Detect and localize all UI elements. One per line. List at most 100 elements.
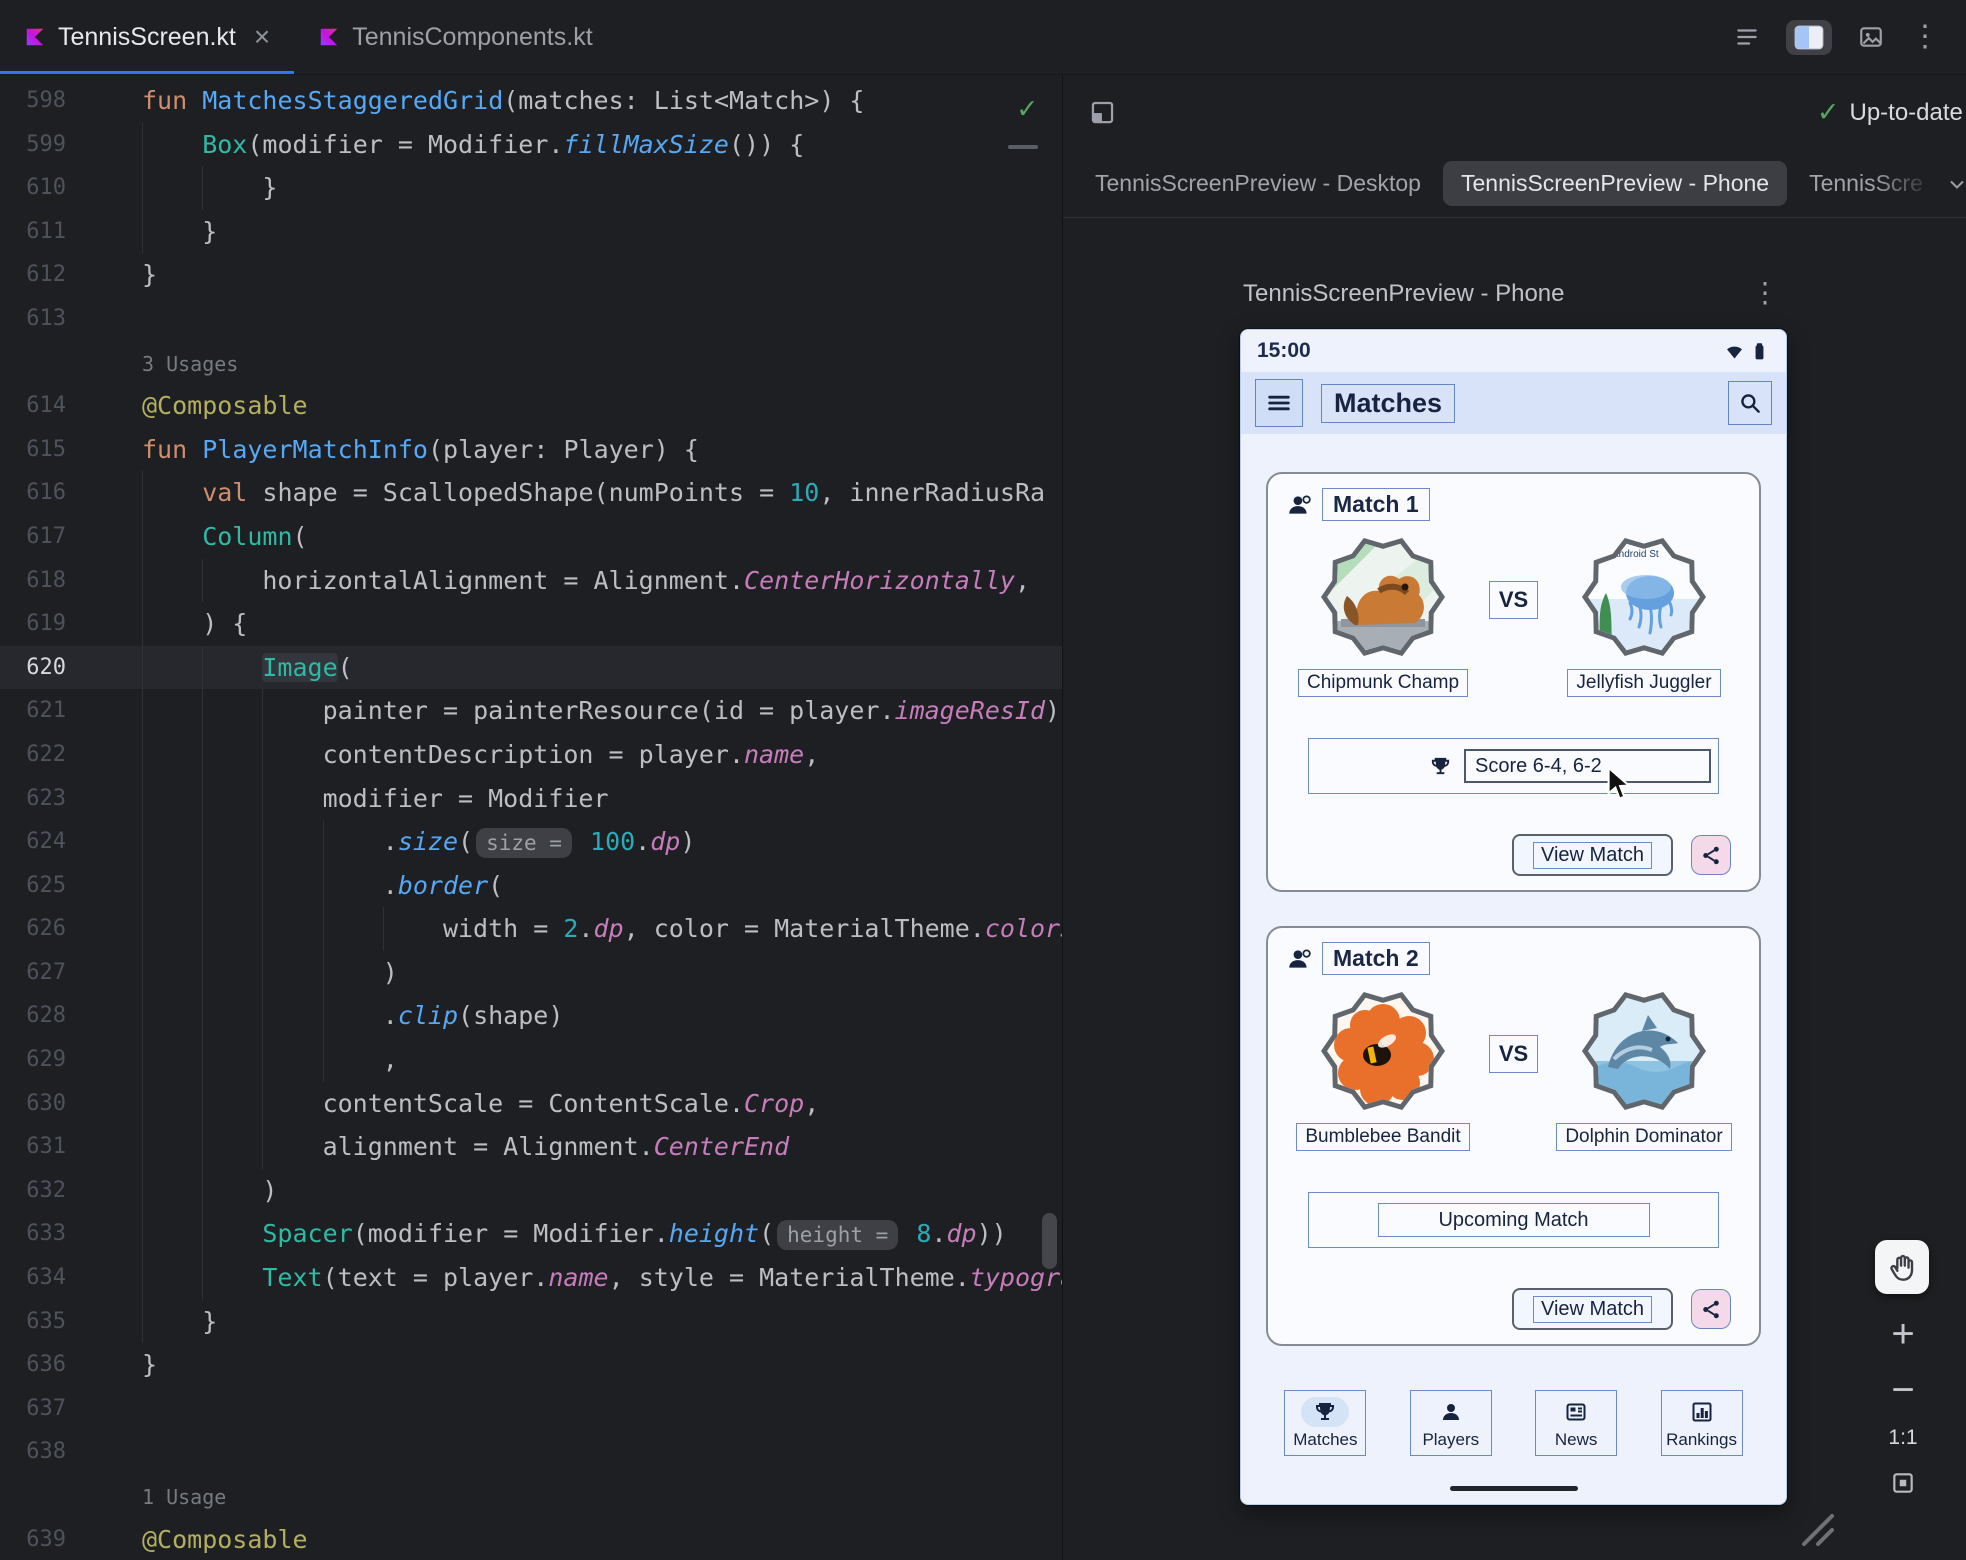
- line-number[interactable]: 618: [0, 559, 82, 603]
- code-text[interactable]: modifier = Modifier: [142, 777, 609, 821]
- code-text[interactable]: }: [142, 1300, 217, 1344]
- gesture-handle[interactable]: [1450, 1486, 1578, 1491]
- code-text[interactable]: @Composable: [142, 384, 308, 428]
- tab-tenniscomponents[interactable]: TennisComponents.kt: [294, 0, 616, 74]
- code-text[interactable]: }: [142, 253, 157, 297]
- tab-tennisscreen[interactable]: TennisScreen.kt ×: [0, 0, 294, 74]
- line-number[interactable]: [0, 341, 82, 385]
- line-number[interactable]: 610: [0, 166, 82, 210]
- image-preview-icon[interactable]: [1858, 24, 1884, 50]
- code-text[interactable]: alignment = Alignment.CenterEnd: [142, 1125, 789, 1169]
- line-number[interactable]: 620: [0, 646, 82, 690]
- line-number[interactable]: 637: [0, 1387, 82, 1431]
- code-text[interactable]: fun MatchesStaggeredGrid(matches: List<M…: [142, 79, 864, 123]
- line-number[interactable]: 612: [0, 253, 82, 297]
- line-number[interactable]: 632: [0, 1169, 82, 1213]
- editor-scrollbar-thumb[interactable]: [1042, 1213, 1057, 1269]
- code-text[interactable]: Column(: [142, 515, 308, 559]
- nav-news[interactable]: News: [1535, 1390, 1617, 1456]
- line-number[interactable]: 629: [0, 1038, 82, 1082]
- view-match-button[interactable]: View Match: [1512, 1288, 1673, 1330]
- line-number[interactable]: 627: [0, 951, 82, 995]
- code-text[interactable]: ,: [142, 1038, 398, 1082]
- code-text[interactable]: 3 Usages: [142, 341, 238, 385]
- preview-tab-clipped[interactable]: TennisScre: [1797, 161, 1935, 206]
- menu-button[interactable]: [1255, 379, 1303, 427]
- pan-tool-button[interactable]: [1875, 1240, 1929, 1294]
- line-number[interactable]: 614: [0, 384, 82, 428]
- code-text[interactable]: .clip(shape): [142, 994, 563, 1038]
- line-number[interactable]: 625: [0, 864, 82, 908]
- line-number[interactable]: 631: [0, 1125, 82, 1169]
- code-editor[interactable]: 598 fun MatchesStaggeredGrid(matches: Lis…: [0, 75, 1063, 1560]
- code-text[interactable]: .size(size = 100.dp): [142, 820, 695, 864]
- code-text[interactable]: @Composable: [142, 1518, 308, 1560]
- line-number[interactable]: 633: [0, 1212, 82, 1256]
- code-text[interactable]: ): [142, 1169, 277, 1213]
- line-number[interactable]: 617: [0, 515, 82, 559]
- code-text[interactable]: horizontalAlignment = Alignment.CenterHo…: [142, 559, 1030, 603]
- inspections-ok-icon[interactable]: ✓: [1018, 91, 1036, 126]
- code-line: 624 .size(size = 100.dp): [0, 820, 1062, 864]
- code-text[interactable]: Text(text = player.name, style = Materia…: [142, 1256, 1063, 1300]
- nav-players[interactable]: Players: [1410, 1390, 1492, 1456]
- code-text[interactable]: val shape = ScallopedShape(numPoints = 1…: [142, 471, 1045, 515]
- code-text[interactable]: .border(: [142, 864, 503, 908]
- line-number[interactable]: 636: [0, 1343, 82, 1387]
- code-text[interactable]: ) {: [142, 602, 247, 646]
- line-number[interactable]: 634: [0, 1256, 82, 1300]
- line-number[interactable]: 628: [0, 994, 82, 1038]
- line-number[interactable]: [0, 1474, 82, 1518]
- preview-tab-phone[interactable]: TennisScreenPreview - Phone: [1443, 161, 1787, 206]
- line-number[interactable]: 615: [0, 428, 82, 472]
- preview-layout-icon[interactable]: [1089, 99, 1116, 126]
- line-number[interactable]: 639: [0, 1518, 82, 1560]
- zoom-level[interactable]: 1:1: [1881, 1426, 1925, 1450]
- zoom-out-button[interactable]: −: [1881, 1368, 1925, 1413]
- code-text[interactable]: painter = painterResource(id = player.im…: [142, 689, 1063, 733]
- code-text[interactable]: }: [142, 1343, 157, 1387]
- preview-more-icon[interactable]: ⋮: [1751, 276, 1779, 309]
- code-text[interactable]: fun PlayerMatchInfo(player: Player) {: [142, 428, 699, 472]
- nav-rankings[interactable]: Rankings: [1661, 1390, 1743, 1456]
- line-number[interactable]: 611: [0, 210, 82, 254]
- share-button[interactable]: [1691, 835, 1731, 875]
- chevron-down-icon[interactable]: [1945, 172, 1966, 196]
- line-number[interactable]: 623: [0, 777, 82, 821]
- structure-view-icon[interactable]: [1734, 24, 1760, 50]
- code-text[interactable]: Spacer(modifier = Modifier.height(height…: [142, 1212, 1007, 1256]
- more-options-icon[interactable]: ⋮: [1910, 22, 1940, 52]
- line-number[interactable]: 638: [0, 1430, 82, 1474]
- line-number[interactable]: 626: [0, 907, 82, 951]
- code-text[interactable]: }: [142, 210, 217, 254]
- line-number[interactable]: 599: [0, 123, 82, 167]
- line-number[interactable]: 635: [0, 1300, 82, 1344]
- code-text[interactable]: }: [142, 166, 277, 210]
- line-number[interactable]: 621: [0, 689, 82, 733]
- line-number[interactable]: 598: [0, 79, 82, 123]
- preview-tab-desktop[interactable]: TennisScreenPreview - Desktop: [1083, 161, 1433, 206]
- zoom-to-fit-button[interactable]: [1881, 1470, 1925, 1501]
- line-number[interactable]: 630: [0, 1082, 82, 1126]
- resize-grip[interactable]: [1790, 1506, 1834, 1551]
- code-text[interactable]: width = 2.dp, color = MaterialTheme.colo…: [142, 907, 1063, 951]
- nav-matches[interactable]: Matches: [1284, 1390, 1366, 1456]
- view-match-button[interactable]: View Match: [1512, 834, 1673, 876]
- line-number[interactable]: 616: [0, 471, 82, 515]
- share-button[interactable]: [1691, 1289, 1731, 1329]
- code-text[interactable]: Image(: [142, 646, 353, 690]
- line-number[interactable]: 619: [0, 602, 82, 646]
- zoom-in-button[interactable]: +: [1881, 1312, 1925, 1357]
- split-editor-preview-toggle[interactable]: [1786, 20, 1832, 55]
- line-number[interactable]: 622: [0, 733, 82, 777]
- code-text[interactable]: contentDescription = player.name,: [142, 733, 819, 777]
- code-text[interactable]: ): [142, 951, 398, 995]
- code-text[interactable]: contentScale = ContentScale.Crop,: [142, 1082, 819, 1126]
- code-text[interactable]: 1 Usage: [142, 1474, 226, 1518]
- search-button[interactable]: [1728, 381, 1772, 425]
- score-input[interactable]: Score 6-4, 6-2: [1464, 749, 1711, 783]
- close-tab-icon[interactable]: ×: [254, 23, 270, 51]
- line-number[interactable]: 613: [0, 297, 82, 341]
- line-number[interactable]: 624: [0, 820, 82, 864]
- code-text[interactable]: Box(modifier = Modifier.fillMaxSize()) {: [142, 123, 804, 167]
